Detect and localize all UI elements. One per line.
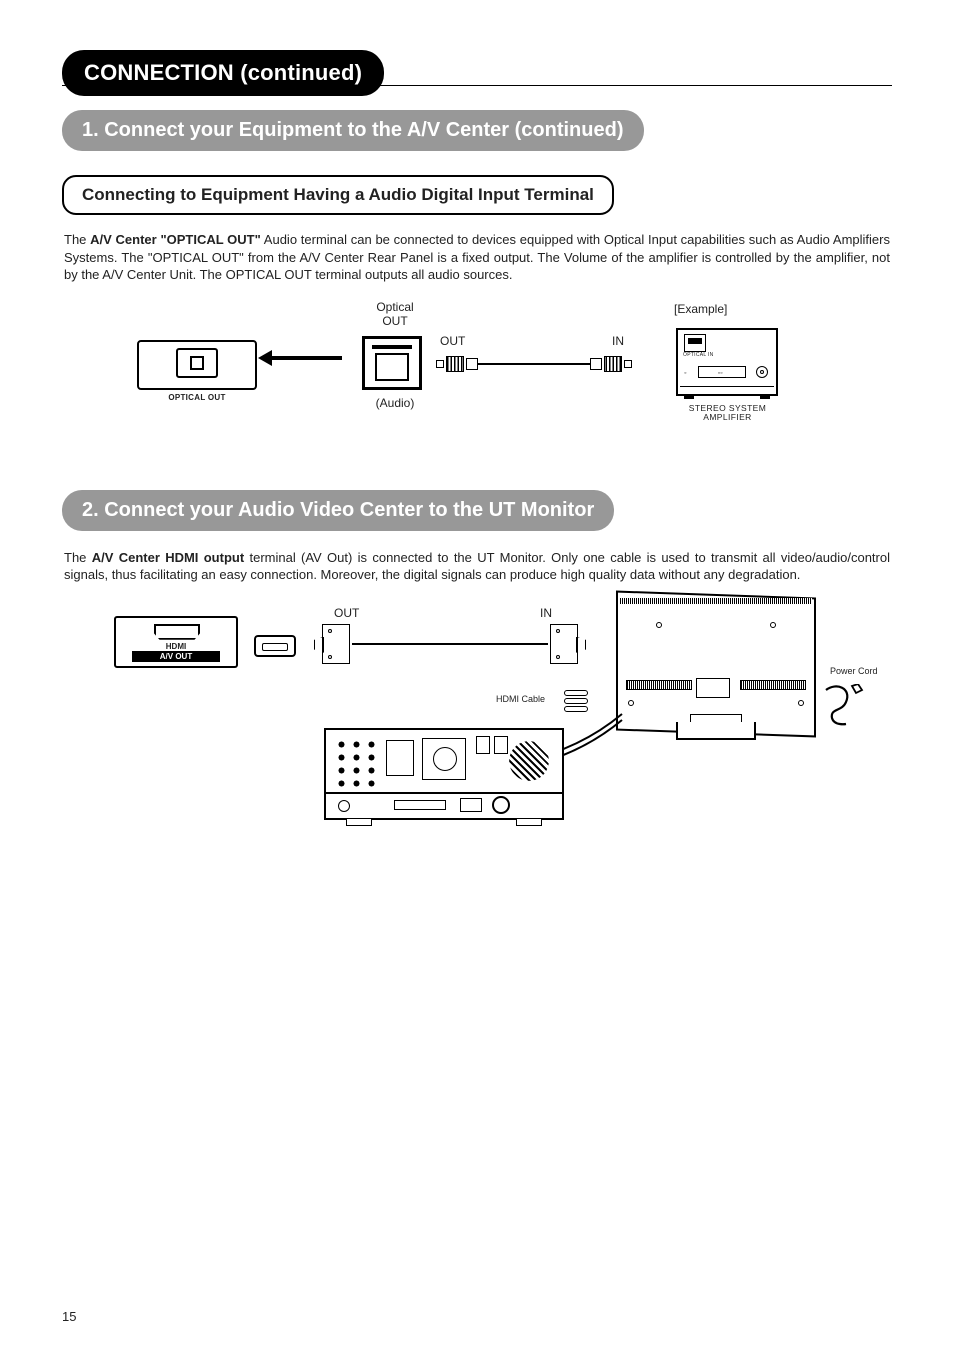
page-header-pill: CONNECTION (continued) bbox=[62, 50, 384, 96]
ut-monitor-icon bbox=[616, 594, 816, 734]
section1-title-text: 1. Connect your Equipment to the A/V Cen… bbox=[82, 119, 624, 141]
page-number: 15 bbox=[62, 1309, 76, 1324]
optical-port-icon bbox=[176, 348, 218, 378]
hdmi-port-icon bbox=[154, 624, 200, 640]
hdmi-cable-line-icon bbox=[352, 643, 548, 645]
power-cord-label: Power Cord bbox=[830, 666, 878, 676]
amp-caption-1: STEREO SYSTEM bbox=[689, 403, 766, 413]
page-header-text: CONNECTION (continued) bbox=[84, 60, 362, 85]
hdmi-label-2: A/V OUT bbox=[132, 651, 220, 662]
hdmi-label-1: HDMI bbox=[116, 642, 236, 651]
amp-optical-in-label: OPTICAL IN bbox=[683, 352, 714, 358]
hdmi-plug-out-icon bbox=[322, 624, 350, 664]
cable-bundle-icon bbox=[564, 690, 592, 712]
optical-output-jack-icon bbox=[362, 336, 422, 390]
optical-cable-icon bbox=[478, 363, 590, 365]
optical-lower: OUT bbox=[382, 314, 407, 328]
cable-in-label: IN bbox=[612, 334, 624, 348]
hdmi-in-label: IN bbox=[540, 606, 552, 620]
diagram-optical-connection: OPTICAL OUT Optical OUT (Audio) OUT IN [… bbox=[62, 300, 892, 460]
audio-label: (Audio) bbox=[360, 396, 430, 410]
section2-title-text: 2. Connect your Audio Video Center to th… bbox=[82, 499, 594, 521]
stereo-amplifier-icon: OPTICAL IN ◦ ◦◦ bbox=[676, 328, 778, 396]
s2-body-pref: The bbox=[64, 550, 92, 565]
hdmi-out-label: OUT bbox=[334, 606, 359, 620]
s1-body-pref: The bbox=[64, 232, 90, 247]
optical-port-label: OPTICAL OUT bbox=[139, 393, 255, 402]
cable-out-label: OUT bbox=[440, 334, 465, 348]
toslink-plug-in-icon bbox=[590, 354, 632, 374]
arrow-left-icon bbox=[270, 356, 342, 360]
optical-out-label: Optical OUT bbox=[360, 300, 430, 328]
section1-subtitle-text: Connecting to Equipment Having a Audio D… bbox=[82, 185, 594, 204]
example-label: [Example] bbox=[674, 302, 727, 316]
av-center-unit-icon bbox=[324, 728, 564, 820]
hdmi-plug-in-icon bbox=[550, 624, 578, 664]
s1-body-bold: A/V Center "OPTICAL OUT" bbox=[90, 232, 261, 247]
power-cord-icon bbox=[822, 684, 864, 730]
section2-body: The A/V Center HDMI output terminal (AV … bbox=[64, 549, 890, 584]
diagram-hdmi-connection: HDMI A/V OUT OUT IN HDMI Cable Power Cor bbox=[62, 600, 892, 860]
section1-subtitle-box: Connecting to Equipment Having a Audio D… bbox=[62, 175, 614, 215]
s2-body-bold: A/V Center HDMI output bbox=[92, 550, 244, 565]
section1-body: The A/V Center "OPTICAL OUT" Audio termi… bbox=[64, 231, 890, 284]
hdmi-jack-icon bbox=[254, 635, 296, 657]
section1-title-pill: 1. Connect your Equipment to the A/V Cen… bbox=[62, 110, 644, 151]
manual-page: CONNECTION (continued) 1. Connect your E… bbox=[0, 0, 954, 1350]
av-center-optical-out-panel: OPTICAL OUT bbox=[137, 340, 257, 390]
amp-caption-2: AMPLIFIER bbox=[703, 412, 751, 422]
av-center-hdmi-out-panel: HDMI A/V OUT bbox=[114, 616, 238, 668]
toslink-plug-out-icon bbox=[436, 354, 478, 374]
amp-caption: STEREO SYSTEM AMPLIFIER bbox=[670, 404, 785, 424]
optical-upper: Optical bbox=[376, 300, 413, 314]
hdmi-cable-label: HDMI Cable bbox=[496, 694, 545, 704]
section2-title-pill: 2. Connect your Audio Video Center to th… bbox=[62, 490, 614, 531]
